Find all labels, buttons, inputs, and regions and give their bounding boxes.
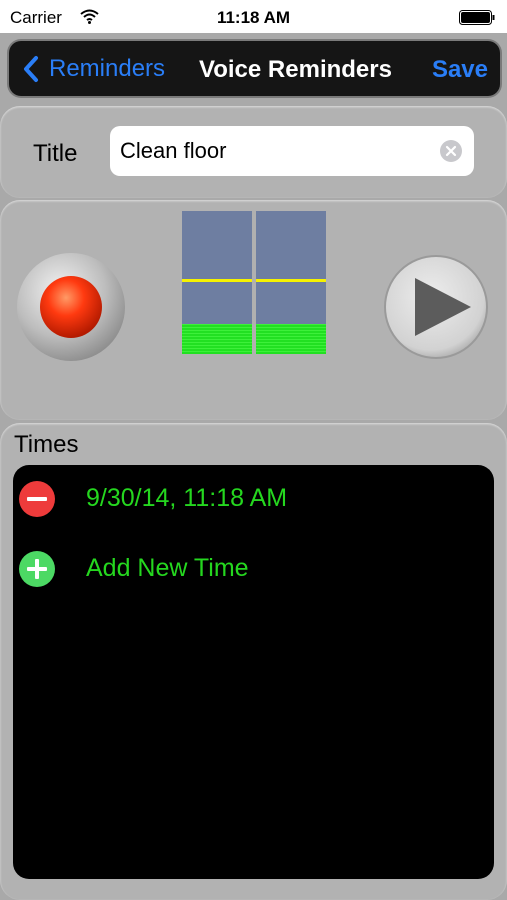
navigation-bar: Reminders Voice Reminders Save [9, 41, 500, 96]
remove-circle-icon[interactable] [19, 481, 55, 517]
times-list [13, 465, 494, 879]
title-label: Title [33, 140, 78, 167]
save-button[interactable]: Save [432, 56, 488, 84]
chevron-left-icon [24, 56, 38, 82]
add-new-time-label: Add New Time [86, 554, 249, 582]
status-bar: Carrier 11:18 AM [0, 0, 507, 36]
add-time-row[interactable]: Add New Time [0, 535, 481, 587]
back-button-label: Reminders [49, 55, 166, 82]
record-button[interactable] [16, 252, 126, 362]
time-entry-label: 9/30/14, 11:18 AM [86, 484, 288, 512]
app-screen: Carrier 11:18 AM Reminders Voice Reminde… [0, 0, 507, 900]
title-input[interactable] [120, 126, 430, 176]
title-field [110, 126, 474, 176]
play-button[interactable] [383, 254, 489, 360]
add-circle-icon[interactable] [19, 551, 55, 587]
status-time: 11:18 AM [216, 8, 291, 27]
clear-text-icon[interactable] [440, 140, 462, 162]
audio-level-meter [182, 211, 326, 354]
page-title: Voice Reminders [199, 56, 392, 83]
back-button[interactable]: Reminders [23, 51, 165, 87]
time-entry-row[interactable]: 9/30/14, 11:18 AM [0, 465, 481, 517]
times-heading: Times [14, 431, 79, 458]
battery-icon [459, 10, 495, 25]
